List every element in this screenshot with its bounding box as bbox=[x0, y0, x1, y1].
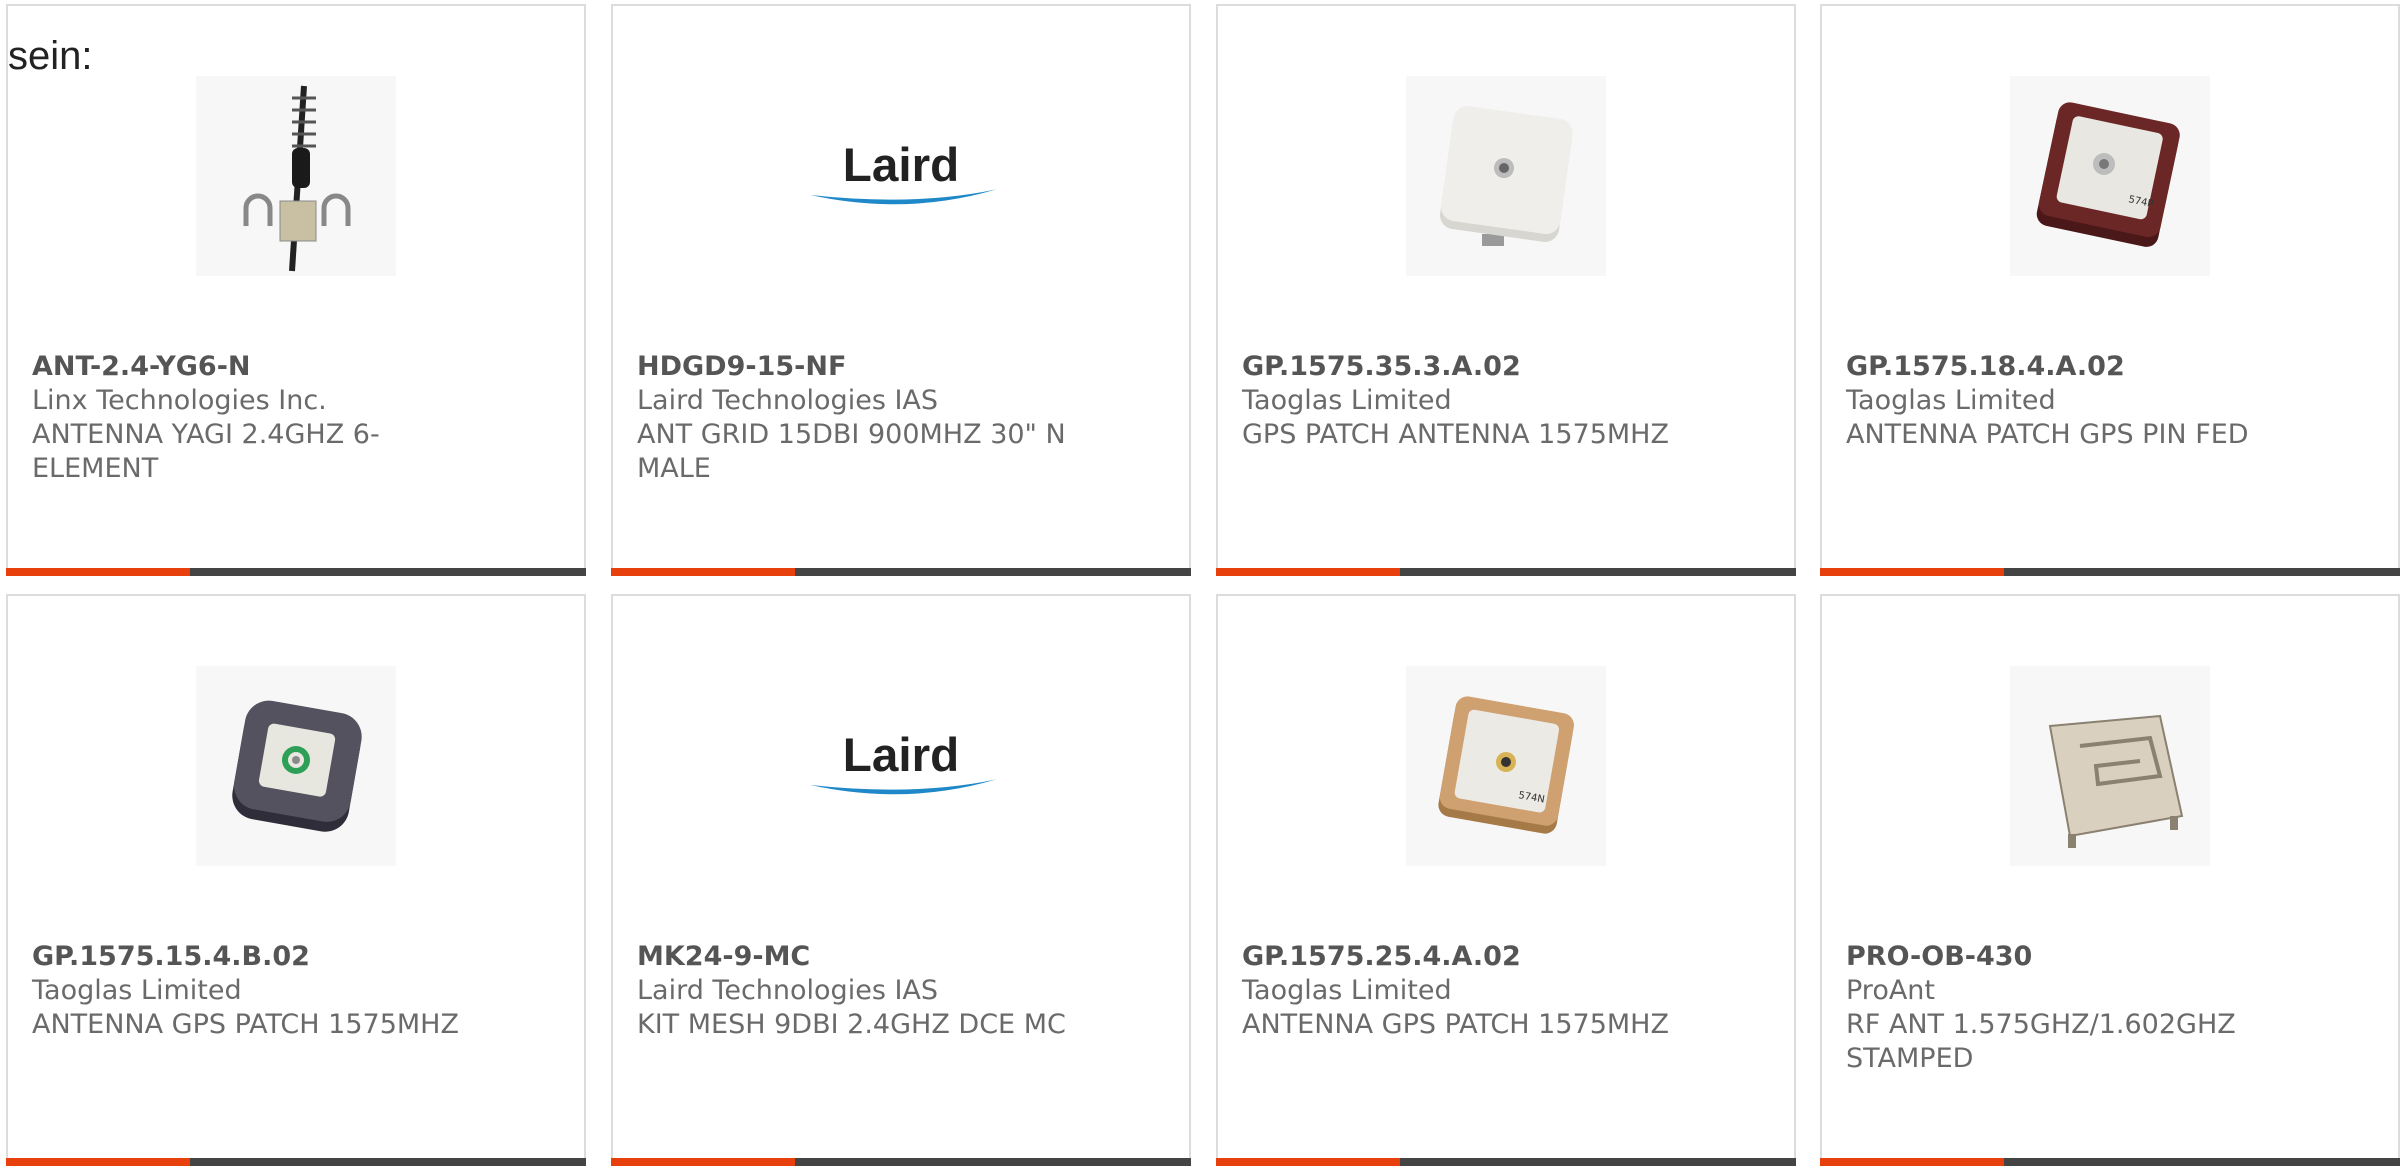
product-grid: ANT-2.4-YG6-N Linx Technologies Inc. ANT… bbox=[0, 0, 2400, 1166]
dark-patch-antenna-icon bbox=[196, 666, 396, 866]
product-card[interactable]: 574P GP.1575.18.4.A.02 Taoglas Limited A… bbox=[1820, 4, 2400, 576]
product-description: ANTENNA GPS PATCH 1575MHZ bbox=[1242, 1009, 1669, 1040]
part-number-link[interactable]: PRO-OB-430 bbox=[1846, 940, 2306, 974]
manufacturer-name: Taoglas Limited bbox=[32, 975, 242, 1006]
part-number-link[interactable]: GP.1575.18.4.A.02 bbox=[1846, 350, 2306, 384]
card-bottom-bar bbox=[611, 1158, 1191, 1166]
laird-logo: Laird bbox=[801, 76, 1001, 276]
product-info: GP.1575.18.4.A.02 Taoglas Limited ANTENN… bbox=[1846, 350, 2306, 452]
product-description: KIT MESH 9DBI 2.4GHZ DCE MC bbox=[637, 1009, 1066, 1040]
card-bottom-bar bbox=[6, 568, 586, 576]
laird-logo: Laird bbox=[801, 666, 1001, 866]
part-number-link[interactable]: HDGD9-15-NF bbox=[637, 350, 1097, 384]
laird-logo-text: Laird bbox=[843, 139, 959, 192]
card-accent bbox=[1216, 1158, 1400, 1166]
card-bottom-bar bbox=[1820, 568, 2400, 576]
product-description: RF ANT 1.575GHZ/1.602GHZ STAMPED bbox=[1846, 1009, 2236, 1074]
product-description: GPS PATCH ANTENNA 1575MHZ bbox=[1242, 419, 1669, 450]
brown-patch-antenna-icon: 574P bbox=[2010, 76, 2210, 276]
product-card[interactable]: GP.1575.15.4.B.02 Taoglas Limited ANTENN… bbox=[6, 594, 586, 1166]
product-description: ANTENNA PATCH GPS PIN FED bbox=[1846, 419, 2249, 450]
part-number-link[interactable]: GP.1575.25.4.A.02 bbox=[1242, 940, 1702, 974]
card-bottom-bar bbox=[1820, 1158, 2400, 1166]
card-accent bbox=[611, 568, 795, 576]
card-accent bbox=[1820, 568, 2004, 576]
product-card[interactable]: GP.1575.35.3.A.02 Taoglas Limited GPS PA… bbox=[1216, 4, 1796, 576]
card-bottom-bar bbox=[1216, 568, 1796, 576]
product-description: ANT GRID 15DBI 900MHZ 30" N MALE bbox=[637, 419, 1066, 484]
card-accent bbox=[6, 1158, 190, 1166]
product-card[interactable]: Laird MK24-9-MC Laird Technologies IAS K… bbox=[611, 594, 1191, 1166]
tan-patch-antenna-icon: 574N bbox=[1406, 666, 1606, 866]
card-accent bbox=[1820, 1158, 2004, 1166]
card-bottom-bar bbox=[1216, 1158, 1796, 1166]
manufacturer-name: Taoglas Limited bbox=[1846, 385, 2056, 416]
manufacturer-name: Taoglas Limited bbox=[1242, 385, 1452, 416]
part-number-link[interactable]: ANT-2.4-YG6-N bbox=[32, 350, 492, 384]
product-info: GP.1575.25.4.A.02 Taoglas Limited ANTENN… bbox=[1242, 940, 1702, 1042]
product-info: PRO-OB-430 ProAnt RF ANT 1.575GHZ/1.602G… bbox=[1846, 940, 2306, 1076]
product-description: ANTENNA YAGI 2.4GHZ 6-ELEMENT bbox=[32, 419, 380, 484]
card-accent bbox=[1216, 568, 1400, 576]
laird-logo-text: Laird bbox=[843, 729, 959, 782]
intro-text: sein: bbox=[8, 34, 93, 78]
part-number-link[interactable]: MK24-9-MC bbox=[637, 940, 1097, 974]
card-bottom-bar bbox=[611, 568, 1191, 576]
product-info: ANT-2.4-YG6-N Linx Technologies Inc. ANT… bbox=[32, 350, 492, 486]
product-card[interactable]: 574N GP.1575.25.4.A.02 Taoglas Limited A… bbox=[1216, 594, 1796, 1166]
product-info: HDGD9-15-NF Laird Technologies IAS ANT G… bbox=[637, 350, 1097, 486]
manufacturer-name: Taoglas Limited bbox=[1242, 975, 1452, 1006]
product-card[interactable]: PRO-OB-430 ProAnt RF ANT 1.575GHZ/1.602G… bbox=[1820, 594, 2400, 1166]
stamped-metal-antenna-icon bbox=[2010, 666, 2210, 866]
product-card[interactable]: ANT-2.4-YG6-N Linx Technologies Inc. ANT… bbox=[6, 4, 586, 576]
product-description: ANTENNA GPS PATCH 1575MHZ bbox=[32, 1009, 459, 1040]
part-number-link[interactable]: GP.1575.35.3.A.02 bbox=[1242, 350, 1702, 384]
product-info: GP.1575.15.4.B.02 Taoglas Limited ANTENN… bbox=[32, 940, 492, 1042]
yagi-antenna-icon bbox=[196, 76, 396, 276]
card-bottom-bar bbox=[6, 1158, 586, 1166]
manufacturer-name: Laird Technologies IAS bbox=[637, 975, 939, 1006]
white-patch-antenna-icon bbox=[1406, 76, 1606, 276]
manufacturer-name: Linx Technologies Inc. bbox=[32, 385, 327, 416]
product-info: GP.1575.35.3.A.02 Taoglas Limited GPS PA… bbox=[1242, 350, 1702, 452]
product-info: MK24-9-MC Laird Technologies IAS KIT MES… bbox=[637, 940, 1097, 1042]
part-number-link[interactable]: GP.1575.15.4.B.02 bbox=[32, 940, 492, 974]
manufacturer-name: ProAnt bbox=[1846, 975, 1936, 1006]
card-accent bbox=[611, 1158, 795, 1166]
product-card[interactable]: Laird HDGD9-15-NF Laird Technologies IAS… bbox=[611, 4, 1191, 576]
manufacturer-name: Laird Technologies IAS bbox=[637, 385, 939, 416]
card-accent bbox=[6, 568, 190, 576]
